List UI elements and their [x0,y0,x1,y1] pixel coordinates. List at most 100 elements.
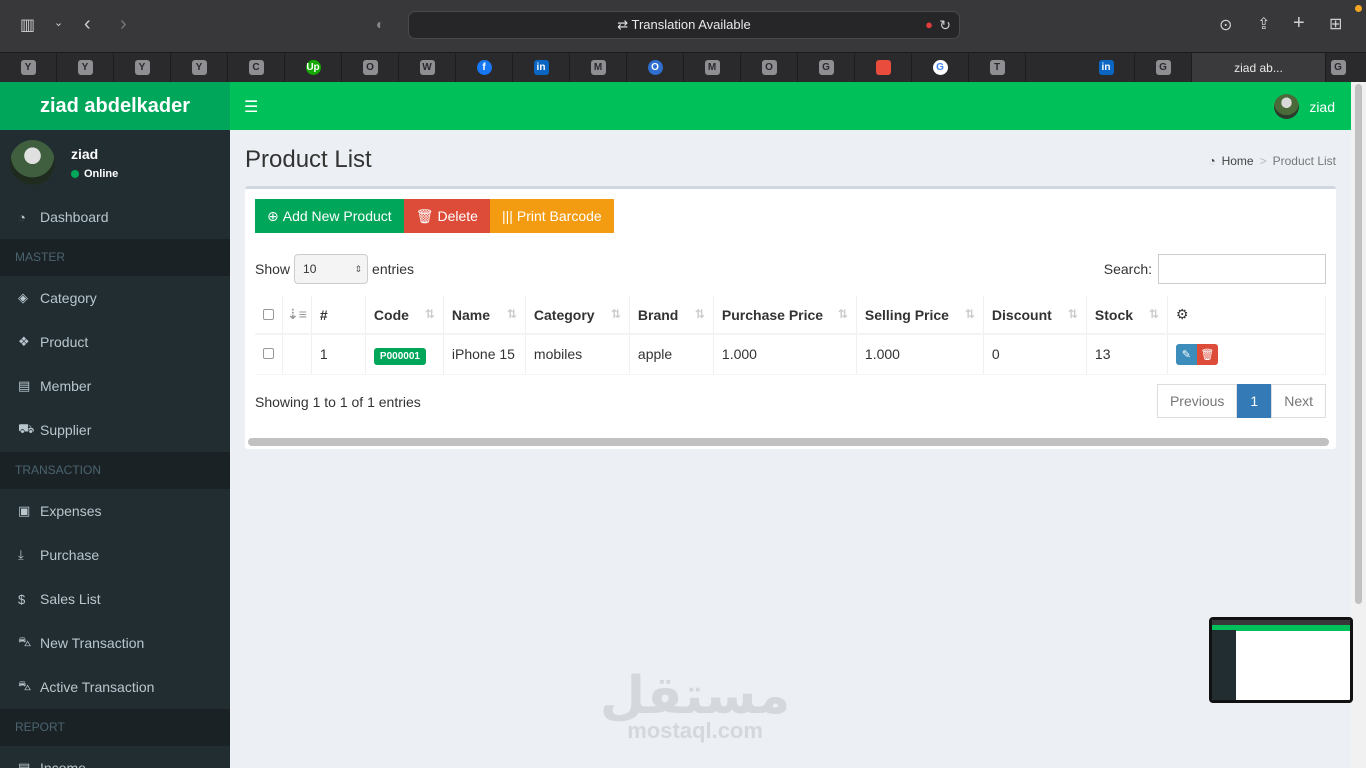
page-size-select[interactable]: 10 ⇕ [294,254,369,284]
col-selling-price[interactable]: Selling Price ⇅ [856,296,984,335]
user-menu[interactable]: ziad [1274,94,1335,119]
row-checkbox[interactable] [263,348,274,360]
user-panel: ziad Online [0,130,230,195]
sidebar-item-supplier[interactable]: ⛟ Supplier [0,408,230,452]
id-card-icon: ▤ [18,378,31,393]
scrollbar-thumb[interactable] [1355,84,1362,604]
sidebar-username: ziad [71,145,99,162]
back-icon[interactable]: ‹ [84,13,91,36]
previous-page-button[interactable]: Previous [1156,384,1238,418]
new-tab-icon[interactable]: + [1293,12,1305,35]
sidebar-item-expenses[interactable]: ▣ Expenses [0,489,230,533]
breadcrumb: ◔ Home > Product List [1208,154,1336,168]
tab[interactable] [855,53,912,82]
col-purchase-price[interactable]: Purchase Price ⇅ [713,296,857,335]
tab[interactable]: W [399,53,456,82]
tab[interactable]: Y [171,53,228,82]
add-product-button[interactable]: ⊕ Add New Product [255,199,404,233]
status-badge: Online [71,168,118,180]
tab[interactable]: Y [0,53,57,82]
search-input[interactable] [1158,254,1326,284]
tab[interactable]: O [342,53,399,82]
forward-icon[interactable]: › [120,13,127,36]
tab[interactable]: M [684,53,741,82]
share-icon[interactable]: ⇪ [1257,14,1270,34]
table-row: 1 P000001 iPhone 15 mobiles apple 1.000 … [255,334,1327,375]
tab[interactable]: G [1135,53,1192,82]
tab[interactable]: f [456,53,513,82]
sidebar-item-new-transaction[interactable]: ⛍ New Transaction [0,621,230,665]
sort-icon: ⇅ [964,307,975,321]
product-table: ⇣≡ # Code ⇅ Name ⇅ Category ⇅ Brand ⇅ Purcha… [255,296,1327,375]
sidebar-item-purchase[interactable]: ⤓ Purchase [0,533,230,577]
tab-active[interactable]: ziad ab... [1192,53,1326,82]
sidebar-item-sales-list[interactable]: $ Sales List [0,577,230,621]
tab[interactable]: G [912,53,969,82]
reload-icon[interactable]: ↻ [939,12,951,38]
tab[interactable]: T [969,53,1026,82]
col-name[interactable]: Name ⇅ [443,296,526,335]
main-content: Product List ◔ Home > Product List ⊕ Add … [230,130,1351,768]
delete-button[interactable]: 🗑 Delete [403,199,490,233]
vertical-scrollbar[interactable] [1351,82,1366,768]
sidebar-toggle-icon[interactable]: ▥ [20,15,35,35]
horizontal-scrollbar[interactable] [248,438,1329,446]
address-bar[interactable]: ⇄ Translation Available ● ↻ [408,11,960,39]
col-discount[interactable]: Discount ⇅ [983,296,1087,335]
sidebar-item-product[interactable]: ❖ Product [0,320,230,364]
table-info: Showing 1 to 1 of 1 entries [255,394,421,410]
tab[interactable]: in [1078,53,1135,82]
tab[interactable]: in [513,53,570,82]
col-category[interactable]: Category ⇅ [525,296,630,335]
app-logo[interactable]: ziad abdelkader [0,82,230,130]
tab[interactable]: M [570,53,627,82]
select-arrows-icon: ⇕ [354,264,363,274]
screenshot-thumbnail[interactable] [1209,617,1353,703]
page-size-control: Show 10 ⇕ entries [255,254,414,284]
tab[interactable]: Y [114,53,171,82]
sort-icon: ⇅ [694,307,705,321]
menu-toggle-icon[interactable]: ☰ [244,97,258,117]
cart-icon: ⛍ [18,678,32,693]
col-number[interactable]: # [311,296,366,335]
sidebar-item-member[interactable]: ▤ Member [0,364,230,408]
download-icon[interactable]: ⊙ [1219,15,1232,35]
tab[interactable]: C [228,53,285,82]
tab[interactable]: O [741,53,798,82]
cubes-icon: ❖ [18,334,30,349]
tab-overview-icon[interactable]: ⊞ [1329,14,1342,34]
select-all-checkbox[interactable] [263,308,274,320]
tab[interactable]: G [1310,53,1366,82]
sort-icon: ⇅ [1067,307,1078,321]
product-box: ⊕ Add New Product 🗑 Delete ||| Print Barcod… [245,186,1336,449]
sidebar-item-active-transaction[interactable]: ⛍ Active Transaction [0,665,230,709]
select-all-header [255,296,283,335]
microphone-icon[interactable]: ● [925,12,933,38]
col-stock[interactable]: Stock ⇅ [1086,296,1168,335]
sidebar-item-income[interactable]: ▤ Income [0,746,230,768]
tab[interactable]: O [627,53,684,82]
chevron-down-icon[interactable]: ⌄ [54,16,63,29]
sort-header[interactable]: ⇣≡ [282,296,312,335]
download-icon: ⤓ [18,547,24,562]
sidebar-item-category[interactable]: ◈ Category [0,276,230,320]
dollar-icon: $ [18,591,26,607]
col-code[interactable]: Code ⇅ [365,296,444,335]
page-button-current[interactable]: 1 [1237,384,1272,418]
tab[interactable]: Up [285,53,342,82]
edit-button[interactable]: ✎ [1175,343,1197,365]
money-icon: ▣ [18,503,31,518]
sidebar-item-dashboard[interactable]: ◔ Dashboard [0,195,230,239]
next-page-button[interactable]: Next [1271,384,1326,418]
cell-category: mobiles [525,334,630,375]
tab[interactable]: Y [57,53,114,82]
notification-dot [1355,5,1362,12]
translate-icon[interactable]: ⇄ [617,17,631,32]
menu-header-master: MASTER [0,239,230,276]
delete-row-button[interactable]: 🗑 [1196,343,1218,365]
tab[interactable]: G [798,53,855,82]
breadcrumb-home[interactable]: Home [1222,154,1254,168]
col-actions: ⚙ [1167,296,1327,335]
col-brand[interactable]: Brand ⇅ [629,296,714,335]
print-barcode-button[interactable]: ||| Print Barcode [489,199,614,233]
